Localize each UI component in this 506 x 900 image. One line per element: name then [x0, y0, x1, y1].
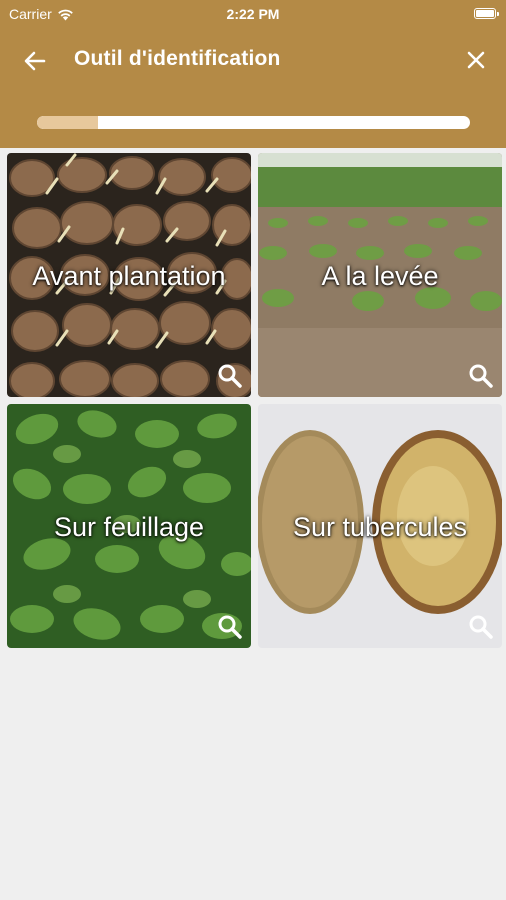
- category-tile-sur-tubercules[interactable]: Sur tubercules: [258, 404, 502, 648]
- category-tile-sur-feuillage[interactable]: Sur feuillage: [7, 404, 251, 648]
- magnifier-icon[interactable]: [468, 363, 494, 389]
- tile-label: Sur tubercules: [292, 512, 468, 542]
- tile-label: A la levée: [321, 261, 439, 291]
- page-title: Outil d'identification: [74, 47, 281, 70]
- close-icon[interactable]: [462, 46, 490, 74]
- magnifier-icon[interactable]: [217, 614, 243, 640]
- progress-fill: [37, 116, 98, 129]
- back-arrow-icon[interactable]: [22, 48, 48, 74]
- navigation-bar: Outil d'identification: [0, 40, 506, 80]
- progress-bar: [37, 116, 470, 129]
- app-header: Carrier 2:22 PM Outil d'identification: [0, 0, 506, 148]
- tile-label: Avant plantation: [32, 261, 226, 291]
- magnifier-icon[interactable]: [468, 614, 494, 640]
- battery-icon: [474, 8, 499, 19]
- magnifier-icon[interactable]: [217, 363, 243, 389]
- category-tile-avant-plantation[interactable]: Avant plantation: [7, 153, 251, 397]
- status-time: 2:22 PM: [226, 6, 280, 22]
- tile-label: Sur feuillage: [53, 512, 205, 542]
- category-tile-a-la-levee[interactable]: A la levée: [258, 153, 502, 397]
- status-bar: Carrier 2:22 PM: [0, 0, 506, 28]
